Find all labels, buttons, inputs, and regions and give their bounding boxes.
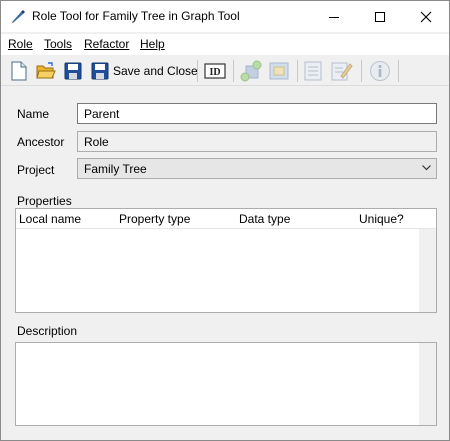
edit-node-icon [269, 62, 289, 80]
column-header-data-type[interactable]: Data type [239, 212, 290, 226]
save-and-close-label: Save and Close [113, 64, 198, 78]
column-header-unique[interactable]: Unique? [359, 212, 404, 226]
properties-table[interactable]: Local name Property type Data type Uniqu… [15, 208, 437, 313]
id-button[interactable]: ID [204, 60, 226, 82]
menu-help[interactable]: Help [140, 37, 165, 51]
menu-bar: Role Tools Refactor Help [1, 34, 449, 55]
maximize-button[interactable] [357, 1, 403, 32]
project-value: Family Tree [84, 162, 147, 176]
info-button[interactable] [369, 60, 391, 82]
ancestor-label: Ancestor [17, 135, 65, 149]
properties-scrollbar[interactable] [419, 229, 436, 312]
ancestor-value: Role [84, 135, 109, 149]
name-input[interactable] [77, 103, 437, 124]
minimize-button[interactable] [311, 1, 357, 32]
chevron-down-icon [422, 165, 431, 171]
minimize-icon [329, 16, 339, 18]
toolbar-separator [361, 60, 362, 82]
add-node-button[interactable] [240, 60, 262, 82]
toolbar-separator [398, 60, 399, 82]
toolbar-separator [297, 60, 298, 82]
column-header-local-name[interactable]: Local name [19, 212, 81, 226]
properties-label: Properties [17, 194, 72, 208]
menu-refactor[interactable]: Refactor [84, 37, 129, 51]
list-icon [304, 61, 322, 81]
project-label: Project [17, 163, 55, 177]
close-button[interactable] [403, 1, 449, 32]
toolbar-separator [233, 60, 234, 82]
info-icon [370, 61, 390, 81]
description-label: Description [17, 324, 78, 338]
edit-node-button[interactable] [268, 60, 290, 82]
menu-role[interactable]: Role [8, 37, 33, 51]
add-node-icon [240, 60, 262, 82]
properties-table-header: Local name Property type Data type Uniqu… [16, 209, 436, 229]
toolbar-separator [197, 60, 198, 82]
save-and-close-icon [91, 62, 109, 80]
new-button[interactable] [10, 60, 28, 82]
menu-tools[interactable]: Tools [44, 37, 72, 51]
edit-list-button[interactable] [331, 60, 353, 82]
description-textarea[interactable] [15, 342, 437, 426]
menu-refactor-label: Refactor [84, 37, 130, 51]
title-bar: Role Tool for Family Tree in Graph Tool [1, 1, 449, 32]
name-label: Name [17, 107, 50, 121]
open-button[interactable] [36, 60, 56, 82]
ancestor-field: Role [77, 131, 437, 152]
column-header-property-type[interactable]: Property type [119, 212, 190, 226]
menu-role-label: Role [8, 37, 33, 51]
toolbar: Save and Close ID [1, 56, 449, 86]
menu-tools-label: Tools [44, 37, 73, 51]
save-button[interactable] [64, 60, 82, 82]
edit-list-icon [331, 62, 353, 81]
save-icon [64, 62, 82, 80]
id-icon: ID [204, 63, 226, 79]
open-folder-icon [36, 62, 56, 79]
project-select[interactable]: Family Tree [77, 158, 437, 179]
save-and-close-button[interactable]: Save and Close [91, 60, 198, 82]
close-icon [420, 11, 432, 22]
maximize-icon [375, 11, 385, 22]
description-scrollbar[interactable] [419, 343, 436, 425]
menu-help-label: Help [140, 37, 165, 51]
app-pen-icon [10, 8, 26, 24]
window-title: Role Tool for Family Tree in Graph Tool [32, 9, 240, 23]
role-tool-window: Role Tool for Family Tree in Graph Tool … [0, 0, 450, 441]
id-icon-text: ID [209, 67, 220, 78]
new-document-icon [11, 61, 27, 81]
list-button[interactable] [304, 60, 322, 82]
